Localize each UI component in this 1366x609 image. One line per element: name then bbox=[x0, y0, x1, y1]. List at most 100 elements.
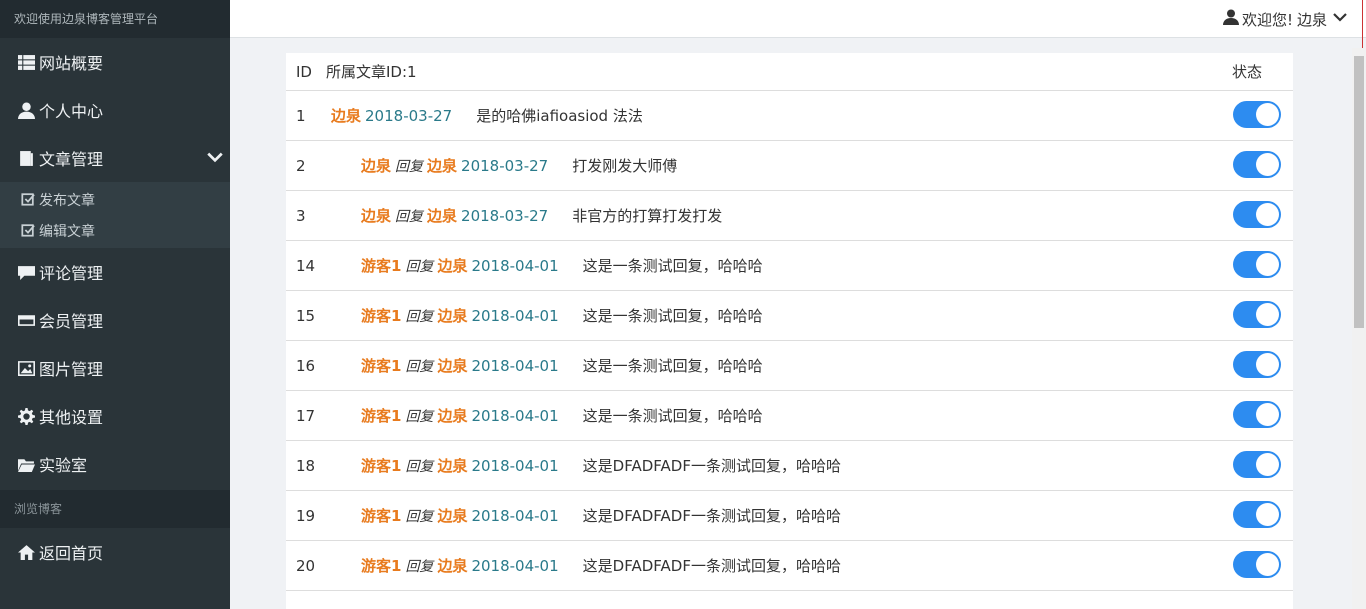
toggle-knob bbox=[1256, 453, 1279, 476]
reply-target[interactable]: 边泉 bbox=[437, 505, 467, 526]
table-row: 18 游客1 回复 边泉 2018-04-01 这是DFADFADF一条测试回复，哈哈哈 bbox=[286, 441, 1293, 491]
sidebar-subitem-edit[interactable]: 编辑文章 bbox=[0, 215, 230, 246]
toggle-knob bbox=[1256, 403, 1279, 426]
greeting-text: 欢迎您! bbox=[1241, 10, 1293, 29]
comment-date: 2018-04-01 bbox=[471, 456, 559, 475]
comment-author[interactable]: 游客1 bbox=[361, 455, 401, 476]
table-row: 17 游客1 回复 边泉 2018-04-01 这是一条测试回复，哈哈哈 bbox=[286, 391, 1293, 441]
reply-label: 回复 bbox=[405, 358, 434, 375]
comment-meta: 边泉 2018-03-27 是的哈佛iafioasiod 法法 bbox=[331, 105, 643, 126]
chevron-down-icon bbox=[1327, 9, 1348, 29]
reply-label: 回复 bbox=[405, 558, 434, 575]
reply-target[interactable]: 边泉 bbox=[437, 555, 467, 576]
comment-author[interactable]: 边泉 bbox=[361, 205, 391, 226]
comment-meta: 游客1 回复 边泉 2018-04-01 这是一条测试回复，哈哈哈 bbox=[331, 405, 763, 426]
comment-content: 打发刚发大师傅 bbox=[572, 157, 678, 175]
comment-content: 这是DFADFADF一条测试回复，哈哈哈 bbox=[582, 507, 841, 525]
comment-content: 这是一条测试回复，哈哈哈 bbox=[582, 407, 763, 425]
status-toggle[interactable] bbox=[1233, 251, 1281, 278]
toggle-knob bbox=[1256, 353, 1279, 376]
comment-content: 这是一条测试回复，哈哈哈 bbox=[582, 257, 763, 275]
row-id: 20 bbox=[296, 556, 316, 575]
status-toggle[interactable] bbox=[1233, 301, 1281, 328]
toggle-knob bbox=[1256, 153, 1279, 176]
comment-author[interactable]: 游客1 bbox=[361, 255, 401, 276]
comment-author[interactable]: 游客1 bbox=[361, 305, 401, 326]
reply-label: 回复 bbox=[405, 258, 434, 275]
table-row: 14 游客1 回复 边泉 2018-04-01 这是一条测试回复，哈哈哈 bbox=[286, 241, 1293, 291]
comment-author[interactable]: 边泉 bbox=[331, 105, 361, 126]
comment-author[interactable]: 游客1 bbox=[361, 355, 401, 376]
sidebar-item-pictures[interactable]: 图片管理 bbox=[0, 344, 230, 392]
comment-author[interactable]: 游客1 bbox=[361, 505, 401, 526]
page-scrollbar[interactable] bbox=[1352, 48, 1366, 609]
row-id: 18 bbox=[296, 456, 316, 475]
status-toggle[interactable] bbox=[1233, 151, 1281, 178]
toggle-knob bbox=[1256, 503, 1279, 526]
sidebar-subitem-publish[interactable]: 发布文章 bbox=[0, 184, 230, 215]
comment-content: 这是DFADFADF一条测试回复，哈哈哈 bbox=[582, 457, 841, 475]
toggle-knob bbox=[1256, 253, 1279, 276]
chevron-down-icon bbox=[206, 148, 224, 166]
comment-author[interactable]: 游客1 bbox=[361, 405, 401, 426]
status-toggle[interactable] bbox=[1233, 401, 1281, 428]
comment-author[interactable]: 边泉 bbox=[361, 155, 391, 176]
sidebar-title: 欢迎使用边泉博客管理平台 bbox=[0, 0, 230, 38]
status-toggle[interactable] bbox=[1233, 451, 1281, 478]
comment-meta: 游客1 回复 边泉 2018-04-01 这是DFADFADF一条测试回复，哈哈哈 bbox=[331, 505, 841, 526]
comments-table: ID 所属文章ID:1 状态 1 边泉 2018-03-27 是的哈佛iafioasi… bbox=[286, 53, 1293, 609]
comment-date: 2018-04-01 bbox=[471, 256, 559, 275]
comment-meta: 边泉 回复 边泉 2018-03-27 非官方的打算打发打发 bbox=[331, 205, 722, 226]
table-row: 16 游客1 回复 边泉 2018-04-01 这是一条测试回复，哈哈哈 bbox=[286, 341, 1293, 391]
book-icon bbox=[17, 149, 35, 167]
col-article-header: 所属文章ID:1 bbox=[326, 63, 417, 81]
reply-target[interactable]: 边泉 bbox=[437, 355, 467, 376]
sidebar-item-articles[interactable]: 文章管理 bbox=[0, 134, 230, 182]
reply-target[interactable]: 边泉 bbox=[427, 205, 457, 226]
sidebar-item-settings[interactable]: 其他设置 bbox=[0, 392, 230, 440]
user-icon bbox=[17, 101, 35, 119]
reply-target[interactable]: 边泉 bbox=[437, 305, 467, 326]
comment-author[interactable]: 游客1 bbox=[361, 555, 401, 576]
toggle-knob bbox=[1256, 103, 1279, 126]
status-toggle[interactable] bbox=[1233, 201, 1281, 228]
sidebar-item-label: 个人中心 bbox=[39, 102, 104, 121]
row-id: 1 bbox=[296, 106, 306, 125]
sidebar-item-overview[interactable]: 网站概要 bbox=[0, 38, 230, 86]
status-toggle[interactable] bbox=[1233, 501, 1281, 528]
card-icon bbox=[17, 311, 35, 329]
home-icon bbox=[17, 543, 35, 561]
comment-meta: 游客1 回复 边泉 2018-04-01 这是一条测试回复，哈哈哈 bbox=[331, 255, 763, 276]
reply-target[interactable]: 边泉 bbox=[437, 255, 467, 276]
comment-content: 这是DFADFADF一条测试回复，哈哈哈 bbox=[582, 557, 841, 575]
comment-date: 2018-04-01 bbox=[471, 356, 559, 375]
table-row: 15 游客1 回复 边泉 2018-04-01 这是一条测试回复，哈哈哈 bbox=[286, 291, 1293, 341]
comment-content: 非官方的打算打发打发 bbox=[572, 207, 723, 225]
sidebar-item-members[interactable]: 会员管理 bbox=[0, 296, 230, 344]
scrollbar-thumb[interactable] bbox=[1354, 56, 1364, 328]
sidebar-item-label: 实验室 bbox=[39, 456, 88, 475]
table-header: ID 所属文章ID:1 状态 bbox=[286, 53, 1293, 91]
reply-target[interactable]: 边泉 bbox=[427, 155, 457, 176]
top-header: 欢迎您! 边泉 bbox=[230, 0, 1366, 48]
status-toggle[interactable] bbox=[1233, 101, 1281, 128]
reply-target[interactable]: 边泉 bbox=[437, 405, 467, 426]
sidebar-subitem-label: 发布文章 bbox=[39, 192, 95, 209]
sidebar-item-comments[interactable]: 评论管理 bbox=[0, 248, 230, 296]
reply-label: 回复 bbox=[405, 408, 434, 425]
table-row: 19 游客1 回复 边泉 2018-04-01 这是DFADFADF一条测试回复，哈哈哈 bbox=[286, 491, 1293, 541]
status-toggle[interactable] bbox=[1233, 551, 1281, 578]
table-row: 3 边泉 回复 边泉 2018-03-27 非官方的打算打发打发 bbox=[286, 191, 1293, 241]
comment-date: 2018-04-01 bbox=[471, 506, 559, 525]
user-menu[interactable]: 欢迎您! 边泉 bbox=[1222, 0, 1348, 38]
reply-target[interactable]: 边泉 bbox=[437, 455, 467, 476]
comment-content: 这是一条测试回复，哈哈哈 bbox=[582, 307, 763, 325]
status-toggle[interactable] bbox=[1233, 351, 1281, 378]
reply-label: 回复 bbox=[395, 208, 424, 225]
comment-meta: 边泉 回复 边泉 2018-03-27 打发刚发大师傅 bbox=[331, 155, 677, 176]
comment-meta: 游客1 回复 边泉 2018-04-01 这是一条测试回复，哈哈哈 bbox=[331, 355, 763, 376]
row-id: 17 bbox=[296, 406, 316, 425]
sidebar-item-profile[interactable]: 个人中心 bbox=[0, 86, 230, 134]
sidebar-item-home[interactable]: 返回首页 bbox=[0, 528, 230, 576]
sidebar-item-lab[interactable]: 实验室 bbox=[0, 440, 230, 488]
